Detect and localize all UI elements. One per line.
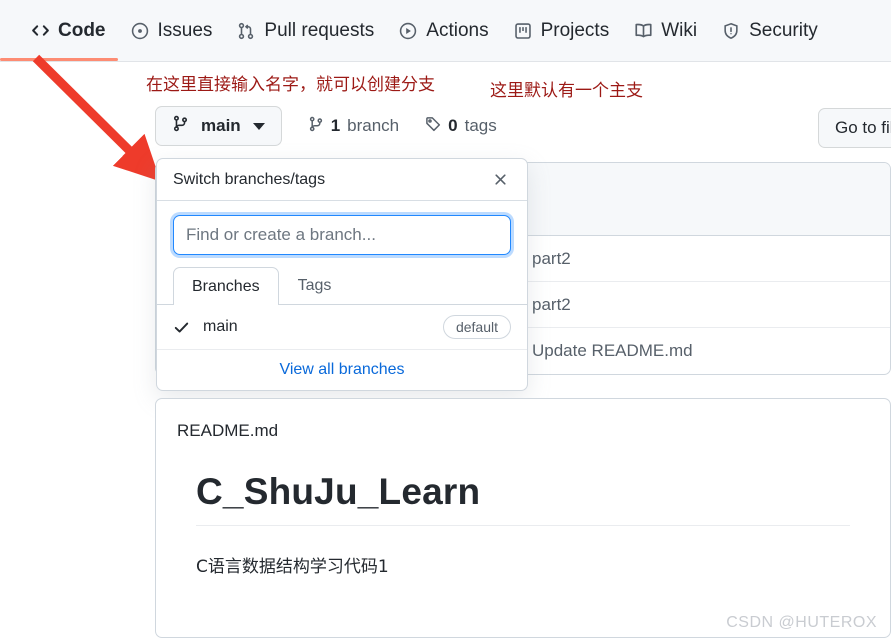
branch-select-label: main bbox=[201, 116, 241, 135]
tag-icon bbox=[425, 116, 441, 137]
branch-count-value: 1 bbox=[330, 116, 341, 135]
nav-tab-actions[interactable]: Actions bbox=[386, 0, 500, 61]
watermark: CSDN @HUTEROX bbox=[726, 614, 877, 631]
nav-tab-issues[interactable]: Issues bbox=[118, 0, 225, 61]
chevron-down-icon bbox=[252, 122, 265, 130]
tag-count-label: tags bbox=[464, 116, 497, 135]
status-badge: default bbox=[442, 315, 511, 339]
play-icon bbox=[398, 21, 418, 41]
repo-nav: Code Issues Pull requests Actions Projec… bbox=[0, 0, 891, 62]
readme-filename: README.md bbox=[177, 421, 279, 440]
popover-header: Switch branches/tags bbox=[157, 159, 527, 201]
branch-switch-popover: Switch branches/tags Branches Tags main … bbox=[156, 158, 528, 391]
git-pull-request-icon bbox=[236, 21, 256, 41]
code-icon bbox=[30, 21, 50, 41]
tab-tags[interactable]: Tags bbox=[279, 267, 351, 304]
readme-description: C语言数据结构学习代码1 bbox=[196, 557, 389, 577]
nav-tab-security-label: Security bbox=[749, 19, 818, 41]
nav-tab-pull-requests-label: Pull requests bbox=[264, 19, 375, 41]
branch-count-label: branch bbox=[347, 116, 400, 135]
nav-tab-issues-label: Issues bbox=[157, 19, 213, 41]
git-branch-icon-small bbox=[308, 116, 324, 137]
branch-toolbar: main 1 branch 0 tags bbox=[155, 106, 497, 146]
tag-count-value: 0 bbox=[448, 116, 458, 135]
branch-search-input[interactable] bbox=[173, 215, 511, 255]
check-icon bbox=[173, 319, 195, 336]
nav-tab-pull-requests[interactable]: Pull requests bbox=[224, 0, 386, 61]
nav-tab-projects[interactable]: Projects bbox=[501, 0, 622, 61]
commit-message: part2 bbox=[532, 294, 571, 314]
go-to-file-button[interactable]: Go to file bbox=[818, 108, 891, 148]
close-icon[interactable] bbox=[489, 169, 511, 191]
nav-tab-code-label: Code bbox=[58, 19, 106, 41]
git-branch-icon bbox=[172, 115, 189, 137]
readme-panel: README.md C_ShuJu_Learn C语言数据结构学习代码1 bbox=[155, 398, 891, 638]
view-all-branches-link[interactable]: View all branches bbox=[157, 349, 527, 390]
annotation-default-branch: 这里默认有一个主支 bbox=[490, 81, 643, 101]
nav-tab-wiki[interactable]: Wiki bbox=[621, 0, 709, 61]
issue-opened-icon bbox=[130, 21, 150, 41]
list-item-branch-main[interactable]: main default bbox=[157, 305, 527, 349]
readme-heading: C_ShuJu_Learn bbox=[196, 471, 850, 526]
tab-branches[interactable]: Branches bbox=[173, 267, 279, 305]
view-all-branches-label: View all branches bbox=[279, 361, 405, 378]
branch-name: main bbox=[203, 318, 238, 335]
nav-tab-security[interactable]: Security bbox=[709, 0, 830, 61]
nav-tab-code[interactable]: Code bbox=[0, 0, 118, 61]
project-icon bbox=[513, 21, 533, 41]
go-to-file-label: Go to file bbox=[835, 118, 891, 137]
branch-count[interactable]: 1 branch bbox=[308, 116, 399, 137]
tag-count[interactable]: 0 tags bbox=[425, 116, 497, 137]
readme-body: C_ShuJu_Learn C语言数据结构学习代码1 bbox=[156, 441, 890, 577]
nav-tab-wiki-label: Wiki bbox=[661, 19, 698, 41]
annotation-create-branch: 在这里直接输入名字，就可以创建分支 bbox=[146, 75, 435, 95]
popover-search-wrap bbox=[157, 201, 527, 267]
nav-tab-actions-label: Actions bbox=[426, 19, 489, 41]
nav-tab-projects-label: Projects bbox=[540, 19, 610, 41]
commit-message: Update README.md bbox=[532, 341, 693, 360]
book-icon bbox=[633, 21, 653, 41]
popover-tabs: Branches Tags bbox=[157, 267, 527, 305]
tab-tags-label: Tags bbox=[297, 277, 332, 294]
popover-title: Switch branches/tags bbox=[173, 170, 326, 188]
commit-message: part2 bbox=[532, 248, 571, 268]
branch-select-button[interactable]: main bbox=[155, 106, 282, 146]
shield-icon bbox=[721, 21, 741, 41]
tab-branches-label: Branches bbox=[192, 277, 260, 295]
